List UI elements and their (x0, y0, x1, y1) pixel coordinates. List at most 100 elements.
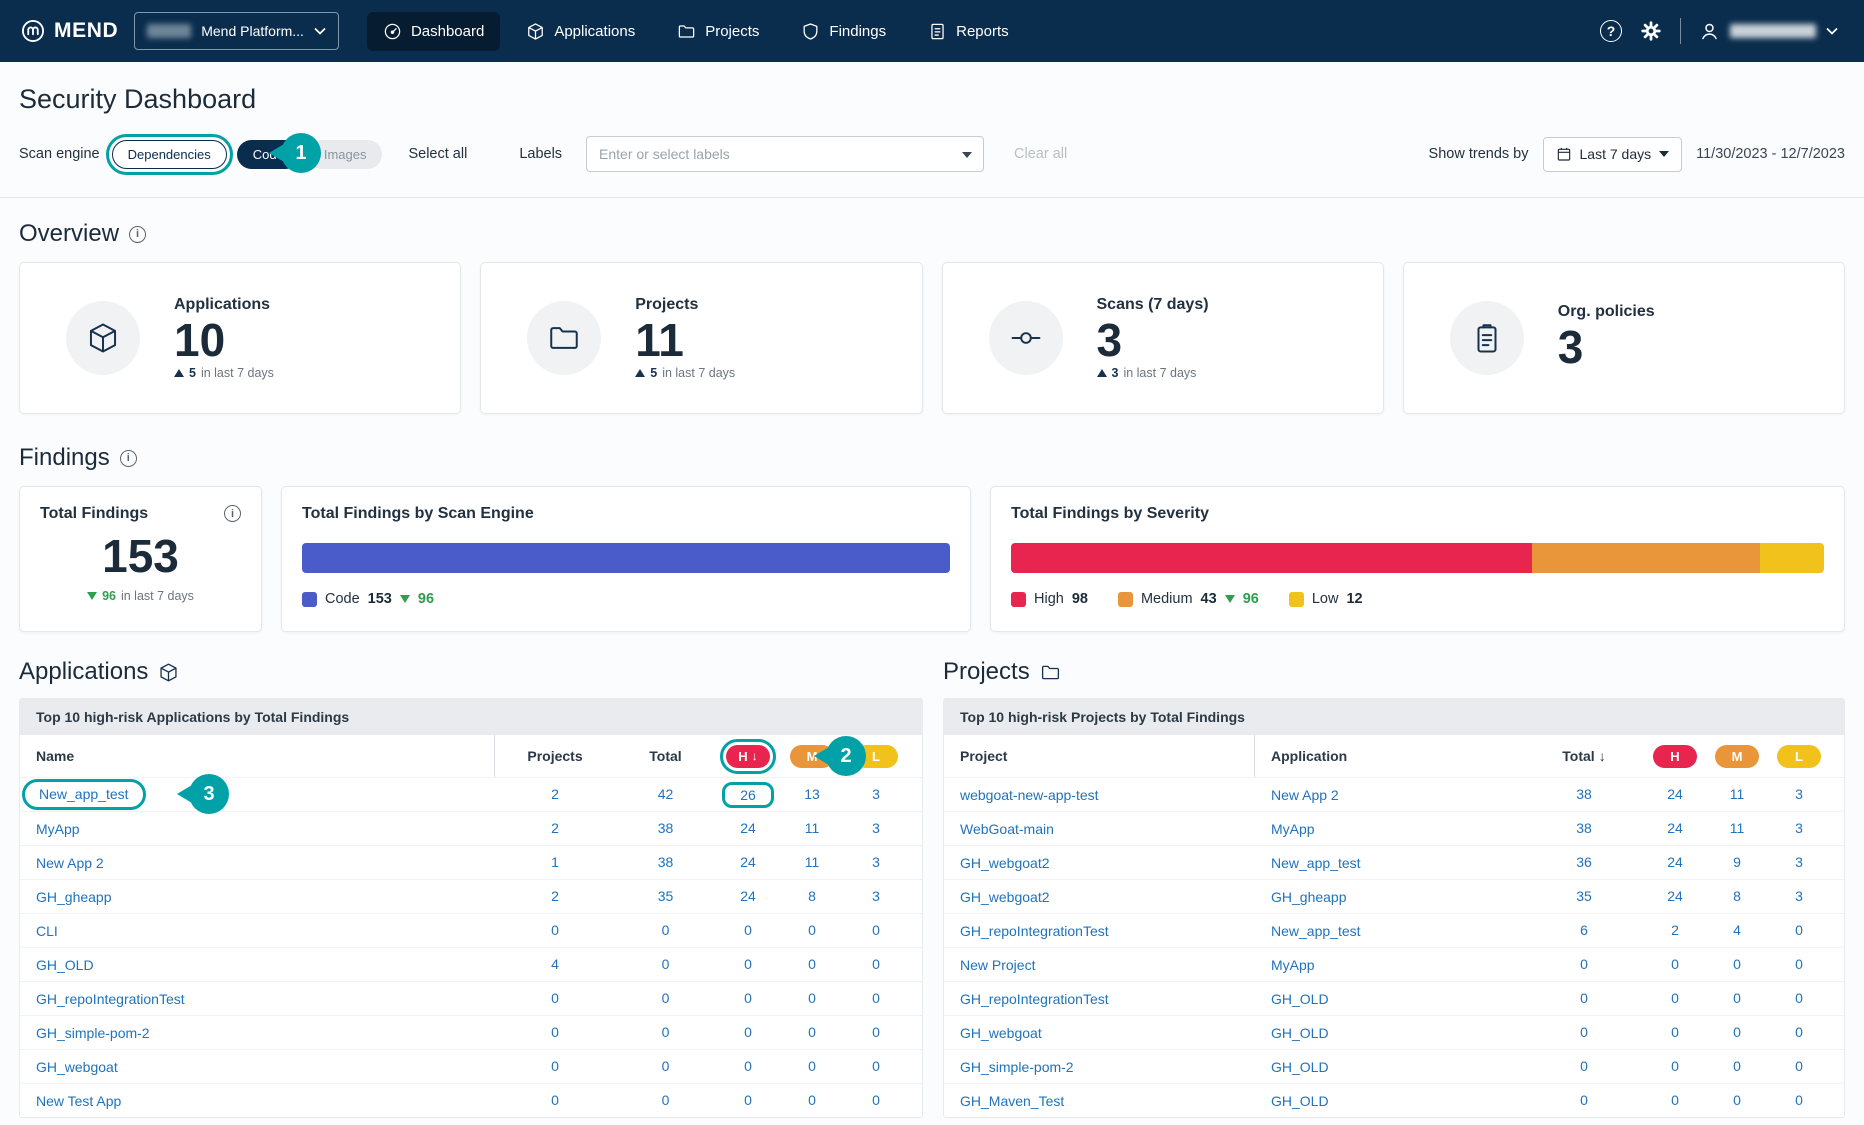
metric-link[interactable]: 0 (1580, 1092, 1588, 1108)
chevron-down-icon[interactable] (962, 152, 972, 158)
metric-link[interactable]: 0 (872, 990, 880, 1006)
metric-link[interactable]: 24 (1667, 854, 1683, 870)
metric-link[interactable]: 0 (744, 922, 752, 938)
metric-link[interactable]: 42 (658, 786, 674, 802)
metric-link[interactable]: 24 (740, 888, 756, 904)
metric-link[interactable]: 38 (1576, 786, 1592, 802)
metric-link[interactable]: 2 (551, 786, 559, 802)
metric-link[interactable]: 24 (740, 820, 756, 836)
nav-item-projects[interactable]: Projects (661, 12, 775, 51)
application-link[interactable]: MyApp (1271, 957, 1315, 973)
metric-link[interactable]: 0 (551, 1058, 559, 1074)
metric-link[interactable]: 0 (1671, 956, 1679, 972)
metric-link[interactable]: 11 (1730, 786, 1745, 802)
metric-link[interactable]: 2 (551, 888, 559, 904)
metric-link[interactable]: 0 (1580, 1024, 1588, 1040)
metric-link[interactable]: 0 (808, 1058, 816, 1074)
metric-link[interactable]: 24 (1667, 820, 1683, 836)
nav-item-reports[interactable]: Reports (912, 12, 1025, 51)
metric-link[interactable]: 0 (1733, 990, 1741, 1006)
metric-link[interactable]: 4 (551, 956, 559, 972)
metric-link[interactable]: 4 (1733, 922, 1741, 938)
project-name-link[interactable]: New Project (960, 957, 1035, 973)
metric-link[interactable]: 0 (1733, 1024, 1741, 1040)
metric-link[interactable]: 9 (1733, 854, 1741, 870)
metric-link[interactable]: 0 (1795, 1092, 1803, 1108)
metric-link[interactable]: 3 (1795, 820, 1803, 836)
app-name-link[interactable]: New_app_test (22, 779, 146, 810)
project-name-link[interactable]: GH_repoIntegrationTest (960, 923, 1109, 939)
project-name-link[interactable]: webgoat-new-app-test (960, 787, 1099, 803)
metric-link[interactable]: 0 (551, 922, 559, 938)
metric-link[interactable]: 35 (1576, 888, 1592, 904)
metric-link[interactable]: 0 (662, 1024, 670, 1040)
metric-link[interactable]: 24 (1667, 786, 1683, 802)
metric-link[interactable]: 0 (662, 990, 670, 1006)
metric-link[interactable]: 6 (1580, 922, 1588, 938)
project-name-link[interactable]: GH_repoIntegrationTest (960, 991, 1109, 1007)
info-icon[interactable]: i (224, 505, 241, 522)
app-name-link[interactable]: GH_gheapp (36, 889, 112, 905)
app-name-link[interactable]: MyApp (36, 821, 80, 837)
project-name-link[interactable]: WebGoat-main (960, 821, 1054, 837)
metric-link[interactable]: 0 (1671, 1058, 1679, 1074)
app-name-link[interactable]: GH_repoIntegrationTest (36, 991, 185, 1007)
metric-link[interactable]: 0 (551, 1024, 559, 1040)
metric-link[interactable]: 0 (744, 1092, 752, 1108)
column-header-total[interactable]: Total (615, 748, 716, 764)
metric-link[interactable]: 0 (662, 922, 670, 938)
help-button[interactable]: ? (1600, 20, 1622, 42)
metric-link[interactable]: 0 (808, 1092, 816, 1108)
metric-link-high[interactable]: 26 (722, 782, 774, 808)
metric-link[interactable]: 35 (658, 888, 674, 904)
metric-link[interactable]: 3 (872, 888, 880, 904)
engine-pill-dependencies[interactable]: Dependencies (112, 140, 227, 169)
metric-link[interactable]: 0 (744, 990, 752, 1006)
metric-link[interactable]: 3 (1795, 888, 1803, 904)
select-all-link[interactable]: Select all (408, 146, 467, 162)
project-name-link[interactable]: GH_webgoat (960, 1025, 1042, 1041)
metric-link[interactable]: 38 (1576, 820, 1592, 836)
application-link[interactable]: GH_OLD (1271, 991, 1329, 1007)
metric-link[interactable]: 0 (808, 922, 816, 938)
app-name-link[interactable]: GH_OLD (36, 957, 94, 973)
metric-link[interactable]: 38 (658, 820, 674, 836)
metric-link[interactable]: 0 (1795, 1024, 1803, 1040)
metric-link[interactable]: 0 (1671, 1092, 1679, 1108)
metric-link[interactable]: 0 (1795, 1058, 1803, 1074)
metric-link[interactable]: 0 (872, 1024, 880, 1040)
project-name-link[interactable]: GH_webgoat2 (960, 889, 1050, 905)
metric-link[interactable]: 0 (662, 956, 670, 972)
column-header-high[interactable]: H (1653, 745, 1697, 768)
info-icon[interactable]: i (120, 450, 137, 467)
metric-link[interactable]: 0 (1580, 1058, 1588, 1074)
application-link[interactable]: New_app_test (1271, 855, 1361, 871)
application-link[interactable]: New App 2 (1271, 787, 1339, 803)
metric-link[interactable]: 3 (872, 820, 880, 836)
metric-link[interactable]: 8 (1733, 888, 1741, 904)
metric-link[interactable]: 3 (1795, 854, 1803, 870)
application-link[interactable]: GH_OLD (1271, 1059, 1329, 1075)
project-name-link[interactable]: GH_webgoat2 (960, 855, 1050, 871)
metric-link[interactable]: 3 (872, 786, 880, 802)
metric-link[interactable]: 0 (808, 1024, 816, 1040)
metric-link[interactable]: 24 (1667, 888, 1683, 904)
column-header-application[interactable]: Application (1255, 735, 1524, 777)
application-link[interactable]: New_app_test (1271, 923, 1361, 939)
metric-link[interactable]: 36 (1576, 854, 1592, 870)
metric-link[interactable]: 0 (1733, 1058, 1741, 1074)
org-selector-dropdown[interactable]: Mend Platform... (134, 12, 339, 50)
clear-all-link[interactable]: Clear all (1014, 146, 1067, 162)
labels-input[interactable] (586, 136, 984, 172)
metric-link[interactable]: 0 (1671, 990, 1679, 1006)
nav-item-findings[interactable]: Findings (785, 12, 902, 51)
application-link[interactable]: GH_gheapp (1271, 889, 1347, 905)
metric-link[interactable]: 2 (551, 820, 559, 836)
app-name-link[interactable]: New App 2 (36, 855, 104, 871)
metric-link[interactable]: 0 (744, 956, 752, 972)
metric-link[interactable]: 24 (740, 854, 756, 870)
metric-link[interactable]: 0 (1580, 990, 1588, 1006)
trend-period-dropdown[interactable]: Last 7 days (1543, 137, 1683, 172)
project-name-link[interactable]: GH_Maven_Test (960, 1093, 1064, 1109)
metric-link[interactable]: 0 (1795, 956, 1803, 972)
